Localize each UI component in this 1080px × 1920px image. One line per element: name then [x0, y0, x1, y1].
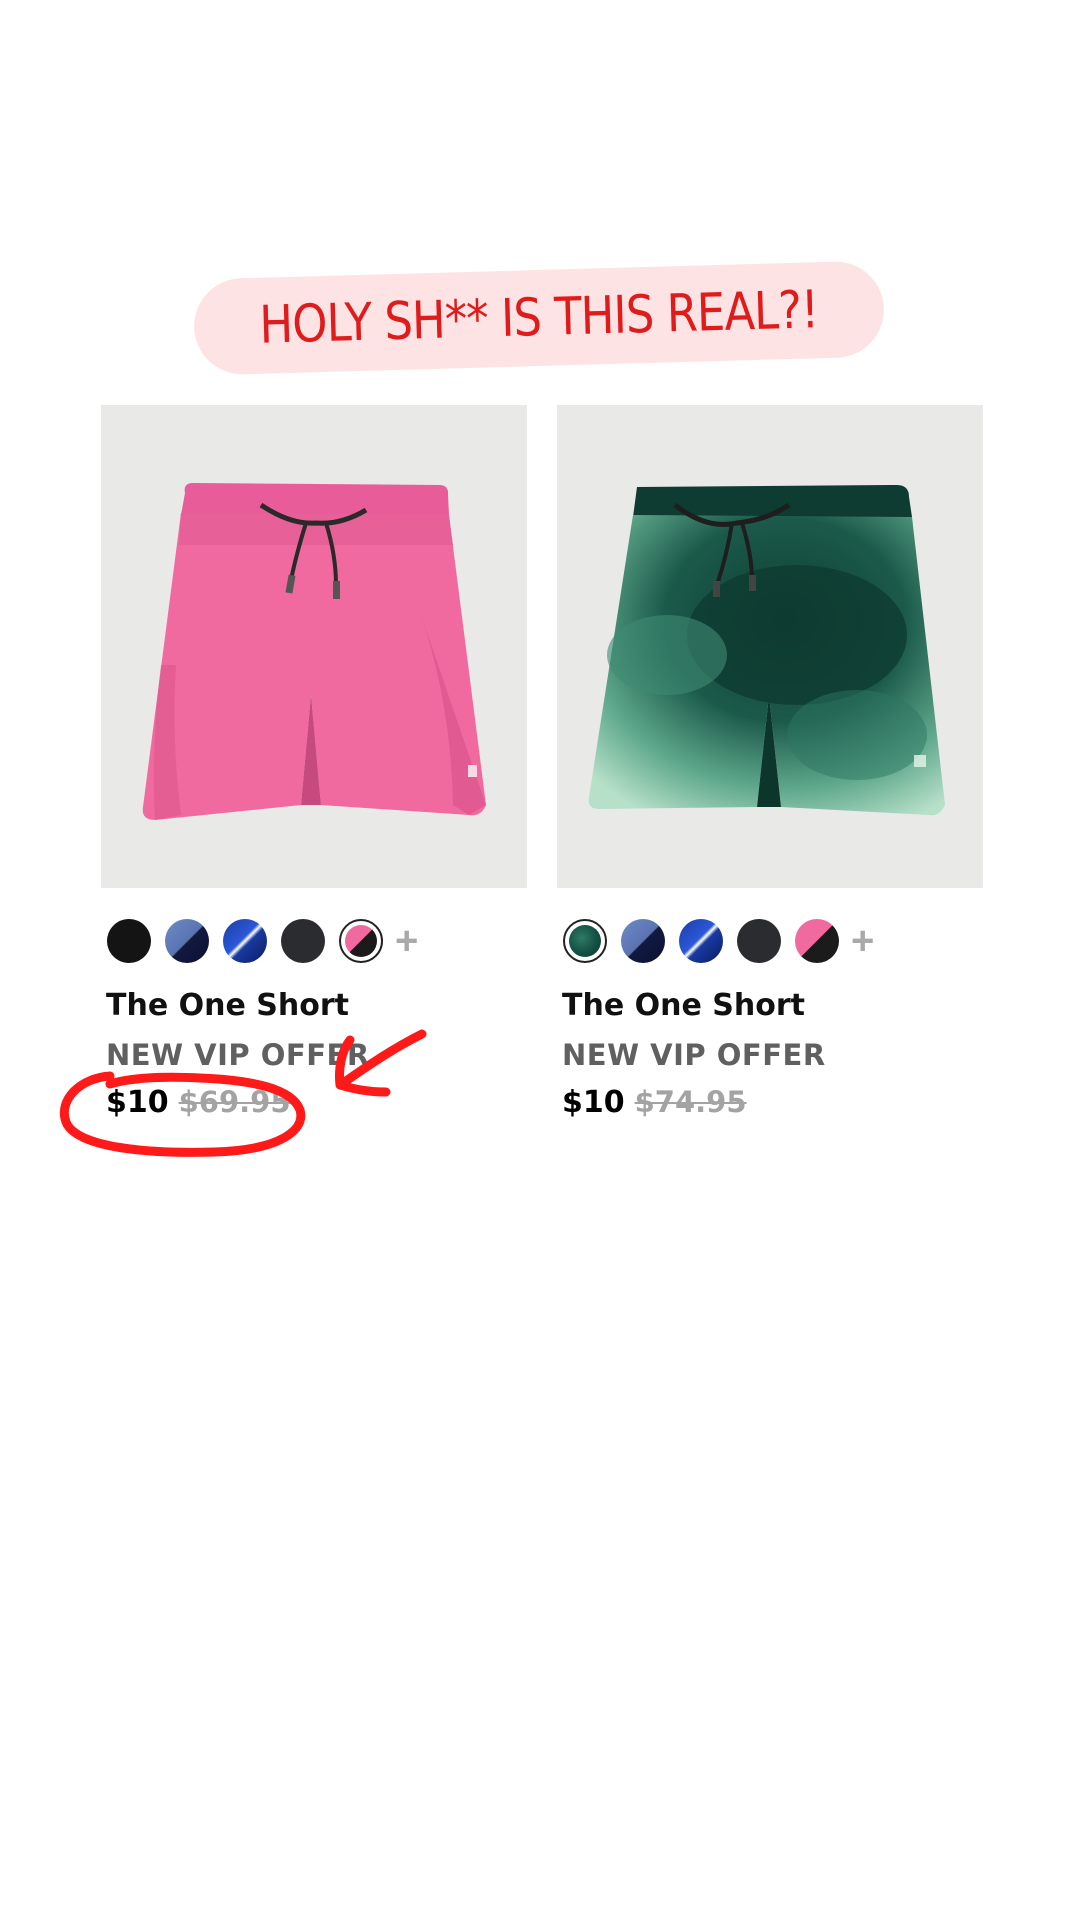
original-price: $74.95 — [634, 1085, 747, 1119]
color-swatches: + — [563, 919, 874, 963]
swatch-pink-black[interactable] — [795, 919, 839, 963]
product-name[interactable]: The One Short — [106, 988, 349, 1023]
product-image[interactable] — [101, 405, 527, 888]
price-row: $10 $74.95 — [562, 1085, 747, 1120]
more-colors-button[interactable]: + — [395, 919, 418, 963]
banner-text: HOLY SH** IS THIS REAL?! — [258, 280, 820, 356]
swatch-royal-blue[interactable] — [679, 919, 723, 963]
swatch-slate-blue-navy[interactable] — [621, 919, 665, 963]
promo-banner: HOLY SH** IS THIS REAL?! — [192, 260, 886, 376]
sale-price: $10 — [106, 1085, 169, 1120]
more-colors-button[interactable]: + — [851, 919, 874, 963]
swatch-slate-blue-navy[interactable] — [165, 919, 209, 963]
swatch-black[interactable] — [107, 919, 151, 963]
swatch-royal-blue[interactable] — [223, 919, 267, 963]
product-name[interactable]: The One Short — [562, 988, 805, 1023]
original-price: $69.95 — [178, 1085, 291, 1119]
green-tie-dye-shorts-image — [588, 485, 945, 816]
price-row: $10 $69.95 — [106, 1085, 291, 1120]
swatch-dark-green-selected[interactable] — [563, 919, 607, 963]
swatch-pink-black-selected[interactable] — [339, 919, 383, 963]
product-image[interactable] — [557, 405, 983, 888]
color-swatches: + — [107, 919, 418, 963]
offer-label: NEW VIP OFFER — [562, 1038, 826, 1072]
swatch-charcoal[interactable] — [281, 919, 325, 963]
swatch-charcoal[interactable] — [737, 919, 781, 963]
sale-price: $10 — [562, 1085, 625, 1120]
product-card[interactable]: + The One Short NEW VIP OFFER $10 $69.95 — [101, 405, 527, 1120]
product-card[interactable]: + The One Short NEW VIP OFFER $10 $74.95 — [557, 405, 983, 1120]
pink-shorts-image — [142, 483, 486, 820]
offer-label: NEW VIP OFFER — [106, 1038, 370, 1072]
